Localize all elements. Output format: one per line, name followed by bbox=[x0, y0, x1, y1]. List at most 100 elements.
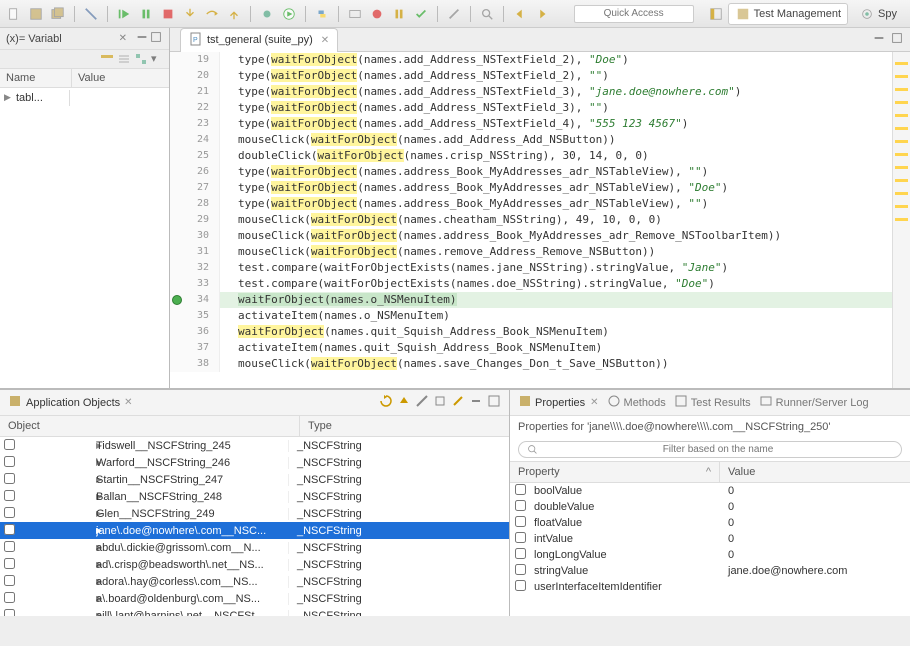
row-checkbox[interactable] bbox=[4, 609, 15, 617]
appobj-row[interactable]: ▶adora\.hay@corless\.com__NS..._NSCFStri… bbox=[0, 573, 509, 590]
quick-access[interactable] bbox=[574, 5, 694, 23]
step-into-icon[interactable] bbox=[182, 6, 198, 22]
property-row[interactable]: boolValue0 bbox=[510, 483, 910, 499]
refresh-icon[interactable] bbox=[379, 394, 393, 411]
variable-row[interactable]: ▶tabl... bbox=[0, 88, 169, 108]
code-line[interactable]: 34waitForObject(names.o_NSMenuItem) bbox=[170, 292, 892, 308]
row-checkbox[interactable] bbox=[4, 456, 15, 467]
close-icon[interactable]: ✕ bbox=[119, 33, 127, 44]
record-red-icon[interactable] bbox=[369, 6, 385, 22]
property-row[interactable]: userInterfaceItemIdentifier bbox=[510, 579, 910, 595]
close-tab-icon[interactable]: ✕ bbox=[321, 35, 329, 46]
col-type[interactable]: Type bbox=[300, 416, 509, 436]
code-line[interactable]: 25doubleClick(waitForObject(names.crisp_… bbox=[170, 148, 892, 164]
col-name[interactable]: Name bbox=[0, 69, 72, 87]
edit-icon[interactable] bbox=[451, 394, 465, 411]
code-line[interactable]: 23type(waitForObject(names.add_Address_N… bbox=[170, 116, 892, 132]
editor-tab[interactable]: P tst_general (suite_py) ✕ bbox=[180, 28, 338, 52]
step-over-icon[interactable] bbox=[204, 6, 220, 22]
tab-test-results[interactable]: Test Results bbox=[674, 394, 751, 411]
pause2-icon[interactable] bbox=[391, 6, 407, 22]
code-line[interactable]: 30mouseClick(waitForObject(names.address… bbox=[170, 228, 892, 244]
resume-icon[interactable] bbox=[116, 6, 132, 22]
property-row[interactable]: doubleValue0 bbox=[510, 499, 910, 515]
appobj-row[interactable]: ▶aill\.lant@harnins\.net__NSCFSt..._NSCF… bbox=[0, 607, 509, 616]
code-line[interactable]: 26type(waitForObject(names.address_Book_… bbox=[170, 164, 892, 180]
row-checkbox[interactable] bbox=[4, 473, 15, 484]
tab-methods[interactable]: Methods bbox=[607, 394, 666, 411]
code-line[interactable]: 24mouseClick(waitForObject(names.add_Add… bbox=[170, 132, 892, 148]
code-line[interactable]: 31mouseClick(waitForObject(names.remove_… bbox=[170, 244, 892, 260]
row-checkbox[interactable] bbox=[4, 575, 15, 586]
row-checkbox[interactable] bbox=[4, 507, 15, 518]
maximize-icon[interactable] bbox=[890, 31, 904, 48]
run-icon[interactable] bbox=[281, 6, 297, 22]
code-line[interactable]: 32test.compare(waitForObjectExists(names… bbox=[170, 260, 892, 276]
appobj-row[interactable]: ▶Glen__NSCFString_249_NSCFString bbox=[0, 505, 509, 522]
close-icon[interactable]: ✕ bbox=[124, 397, 132, 408]
appobj-row[interactable]: ▶jane\.doe@nowhere\.com__NSC..._NSCFStri… bbox=[0, 522, 509, 539]
bug-icon[interactable] bbox=[259, 6, 275, 22]
maximize-icon[interactable] bbox=[149, 30, 163, 47]
tab-properties[interactable]: Properties ✕ bbox=[518, 394, 599, 411]
minimize-icon[interactable] bbox=[872, 31, 886, 48]
tree-icon[interactable] bbox=[134, 52, 148, 66]
row-checkbox[interactable] bbox=[4, 541, 15, 552]
up-icon[interactable] bbox=[397, 394, 411, 411]
close-icon[interactable]: ✕ bbox=[590, 397, 598, 408]
appobj-row[interactable]: ▶abdu\.dickie@grissom\.com__N..._NSCFStr… bbox=[0, 539, 509, 556]
col-value[interactable]: Value bbox=[72, 69, 169, 87]
copy-icon[interactable] bbox=[433, 394, 447, 411]
skip-icon[interactable] bbox=[83, 6, 99, 22]
property-row[interactable]: floatValue0 bbox=[510, 515, 910, 531]
new-icon[interactable] bbox=[6, 6, 22, 22]
wand-icon[interactable] bbox=[446, 6, 462, 22]
appobj-row[interactable]: ▶Ballan__NSCFString_248_NSCFString bbox=[0, 488, 509, 505]
row-checkbox[interactable] bbox=[4, 558, 15, 569]
appobj-row[interactable]: ▶ad\.crisp@beadsworth\.net__NS..._NSCFSt… bbox=[0, 556, 509, 573]
code-line[interactable]: 36waitForObject(names.quit_Squish_Addres… bbox=[170, 324, 892, 340]
col-object[interactable]: Object bbox=[0, 416, 300, 436]
prop-checkbox[interactable] bbox=[515, 580, 526, 591]
col-value[interactable]: Value bbox=[720, 462, 910, 482]
python-icon[interactable] bbox=[314, 6, 330, 22]
row-checkbox[interactable] bbox=[4, 490, 15, 501]
verify-icon[interactable] bbox=[413, 6, 429, 22]
back-icon[interactable] bbox=[512, 6, 528, 22]
overview-ruler[interactable] bbox=[892, 52, 910, 388]
open-perspective-icon[interactable] bbox=[708, 6, 724, 22]
code-line[interactable]: 38mouseClick(waitForObject(names.save_Ch… bbox=[170, 356, 892, 372]
code-line[interactable]: 29mouseClick(waitForObject(names.cheatha… bbox=[170, 212, 892, 228]
property-row[interactable]: intValue0 bbox=[510, 531, 910, 547]
code-line[interactable]: 28type(waitForObject(names.address_Book_… bbox=[170, 196, 892, 212]
property-row[interactable]: longLongValue0 bbox=[510, 547, 910, 563]
code-line[interactable]: 20type(waitForObject(names.add_Address_N… bbox=[170, 68, 892, 84]
collapse-icon[interactable] bbox=[117, 52, 131, 66]
save-icon[interactable] bbox=[28, 6, 44, 22]
row-checkbox[interactable] bbox=[4, 439, 15, 450]
search-icon[interactable] bbox=[479, 6, 495, 22]
row-checkbox[interactable] bbox=[4, 592, 15, 603]
row-checkbox[interactable] bbox=[4, 524, 15, 535]
code-line[interactable]: 27type(waitForObject(names.address_Book_… bbox=[170, 180, 892, 196]
prop-checkbox[interactable] bbox=[515, 548, 526, 559]
appobj-row[interactable]: ▶Warford__NSCFString_246_NSCFString bbox=[0, 454, 509, 471]
appobj-row[interactable]: ▶a\.board@oldenburg\.com__NS..._NSCFStri… bbox=[0, 590, 509, 607]
prop-checkbox[interactable] bbox=[515, 532, 526, 543]
properties-filter[interactable] bbox=[518, 441, 902, 458]
maximize-icon[interactable] bbox=[487, 394, 501, 411]
perspective-test-management[interactable]: Test Management bbox=[728, 3, 848, 25]
col-property[interactable]: Property ^ bbox=[510, 462, 720, 482]
minimize-icon[interactable] bbox=[135, 30, 149, 47]
stop-icon[interactable] bbox=[160, 6, 176, 22]
code-line[interactable]: 19type(waitForObject(names.add_Address_N… bbox=[170, 52, 892, 68]
perspective-spy[interactable]: Spy bbox=[852, 3, 904, 25]
menu-icon[interactable]: ▾ bbox=[151, 52, 165, 66]
prop-checkbox[interactable] bbox=[515, 484, 526, 495]
step-return-icon[interactable] bbox=[226, 6, 242, 22]
code-line[interactable]: 35activateItem(names.o_NSMenuItem) bbox=[170, 308, 892, 324]
save-all-icon[interactable] bbox=[50, 6, 66, 22]
filter-input[interactable] bbox=[543, 444, 893, 455]
code-line[interactable]: 21type(waitForObject(names.add_Address_N… bbox=[170, 84, 892, 100]
code-editor[interactable]: 19type(waitForObject(names.add_Address_N… bbox=[170, 52, 892, 388]
